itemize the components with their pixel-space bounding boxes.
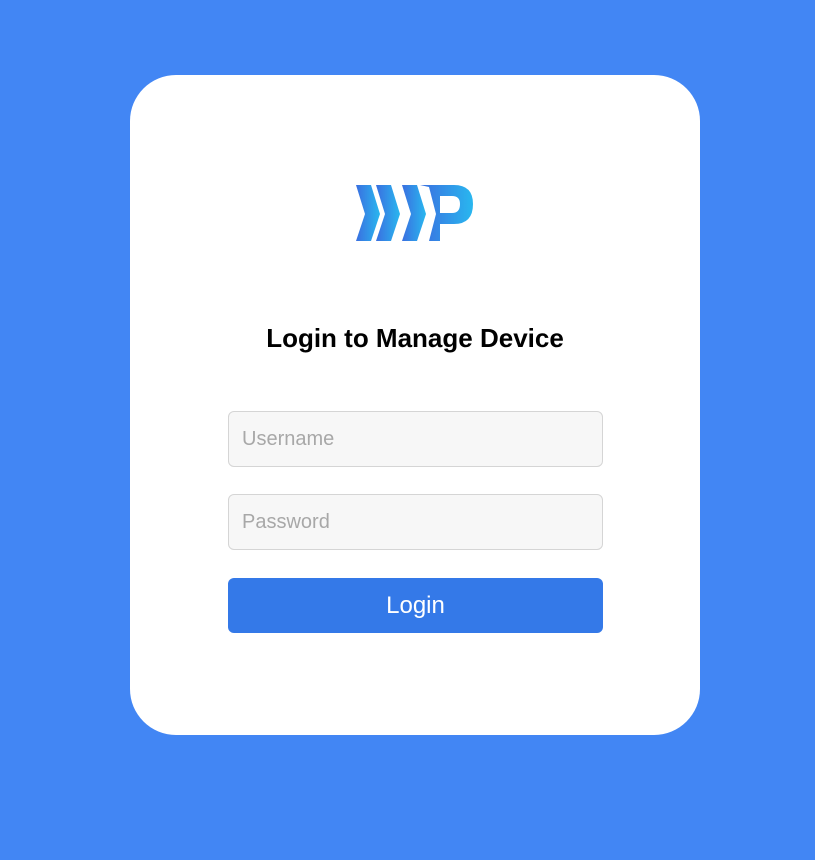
login-button[interactable]: Login [228, 578, 603, 633]
password-input[interactable] [228, 494, 603, 550]
brand-logo-icon [356, 185, 473, 241]
login-card: Login to Manage Device Login [130, 75, 700, 735]
page-title: Login to Manage Device [266, 323, 564, 353]
username-input[interactable] [228, 411, 603, 467]
